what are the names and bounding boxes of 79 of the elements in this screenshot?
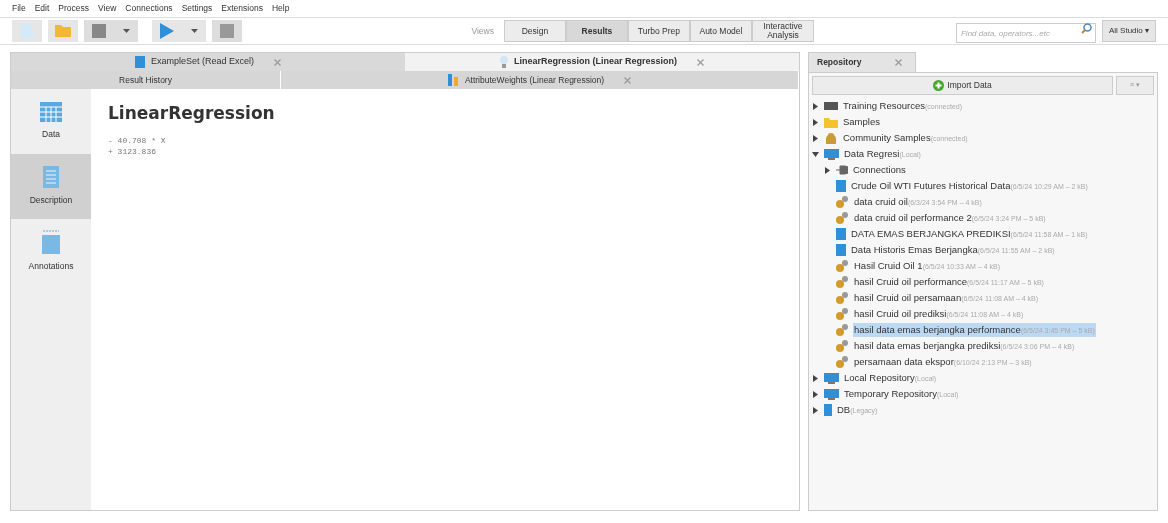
side-view-tab[interactable]: Description <box>11 154 91 219</box>
model-icon <box>836 260 849 272</box>
expand-arrow-icon[interactable] <box>812 406 820 414</box>
menu-item[interactable]: Extensions <box>221 2 263 15</box>
result-tab[interactable]: AttributeWeights (Linear Regression) <box>281 71 799 89</box>
expand-arrow-icon[interactable] <box>812 102 820 110</box>
folder-icon <box>55 25 71 37</box>
model-icon <box>836 308 849 320</box>
close-icon[interactable] <box>274 58 281 66</box>
scope-dropdown[interactable]: All Studio ▾ <box>1101 20 1156 42</box>
database-icon <box>824 404 832 416</box>
square-icon <box>92 24 107 38</box>
play-icon <box>160 23 175 39</box>
plus-icon <box>933 80 945 91</box>
model-icon <box>836 356 849 368</box>
side-view-tab[interactable]: Annotations <box>11 219 91 284</box>
monitor-icon <box>824 388 839 400</box>
model-icon <box>836 292 849 304</box>
expand-arrow-icon[interactable] <box>812 134 820 142</box>
stop-button[interactable] <box>212 20 242 42</box>
caret-icon <box>190 29 198 33</box>
close-icon[interactable] <box>624 76 632 84</box>
document-icon <box>43 166 59 189</box>
data-icon <box>836 228 846 240</box>
model-icon <box>836 324 849 336</box>
data-icon <box>836 244 846 256</box>
view-tab[interactable]: Turbo Prep <box>627 20 690 42</box>
import-data-button[interactable]: Import Data <box>812 76 1113 95</box>
model-equation-line: + 3123.836 <box>108 145 157 157</box>
caret-icon <box>122 29 130 33</box>
menu-item[interactable]: File <box>12 2 26 15</box>
search-icon <box>1080 22 1092 34</box>
result-tab[interactable]: LinearRegression (Linear Regression) <box>405 53 799 71</box>
tree-item[interactable]: Connections <box>852 162 907 178</box>
search-field[interactable]: Find data, operators...etc <box>955 23 1096 44</box>
folder-icon <box>824 116 838 128</box>
repository-tab[interactable]: Repository <box>808 52 916 72</box>
menu-item[interactable]: View <box>98 2 117 15</box>
model-icon <box>836 196 849 208</box>
model-icon <box>836 212 849 224</box>
tree-item[interactable]: Samples <box>842 114 881 130</box>
expand-arrow-icon[interactable] <box>812 118 820 126</box>
bars-icon <box>447 74 459 86</box>
stop-icon <box>220 24 234 38</box>
view-tab[interactable]: Auto Model <box>689 20 752 42</box>
view-tab[interactable]: Results <box>565 20 628 42</box>
data-icon <box>836 180 846 192</box>
close-icon[interactable] <box>697 58 704 66</box>
expand-arrow-icon[interactable] <box>812 150 820 158</box>
bulb-icon <box>499 56 508 68</box>
table-icon <box>134 56 145 68</box>
view-tab[interactable]: Design <box>503 20 566 42</box>
menu-item[interactable]: Help <box>271 2 290 15</box>
model-title: LinearRegression <box>108 102 276 125</box>
run-button[interactable] <box>152 20 206 42</box>
views-label: Views <box>471 24 494 38</box>
close-icon[interactable] <box>895 59 903 66</box>
side-view-tab[interactable]: Data <box>11 89 91 154</box>
menu-item[interactable]: Process <box>58 2 90 15</box>
menu-item[interactable]: Connections <box>125 2 173 15</box>
result-tab[interactable]: ExampleSet (Read Excel) <box>11 53 405 71</box>
expand-arrow-icon[interactable] <box>824 166 832 174</box>
save-button[interactable] <box>84 20 138 42</box>
model-icon <box>836 340 849 352</box>
server-icon <box>824 101 838 111</box>
plug-icon <box>836 165 848 175</box>
table-icon <box>40 102 62 123</box>
monitor-icon <box>824 372 839 384</box>
menu-item[interactable]: Edit <box>34 2 50 15</box>
view-tab[interactable]: Interactive Analysis <box>751 20 814 42</box>
model-icon <box>836 276 849 288</box>
notepad-icon <box>42 230 60 255</box>
model-equation-line: - 40.708 * X <box>108 134 167 146</box>
people-icon <box>824 132 838 144</box>
menu-item[interactable]: Settings <box>181 2 213 15</box>
expand-arrow-icon[interactable] <box>812 374 820 382</box>
monitor-icon <box>824 148 839 160</box>
open-folder-button[interactable] <box>48 20 78 42</box>
expand-arrow-icon[interactable] <box>812 390 820 398</box>
